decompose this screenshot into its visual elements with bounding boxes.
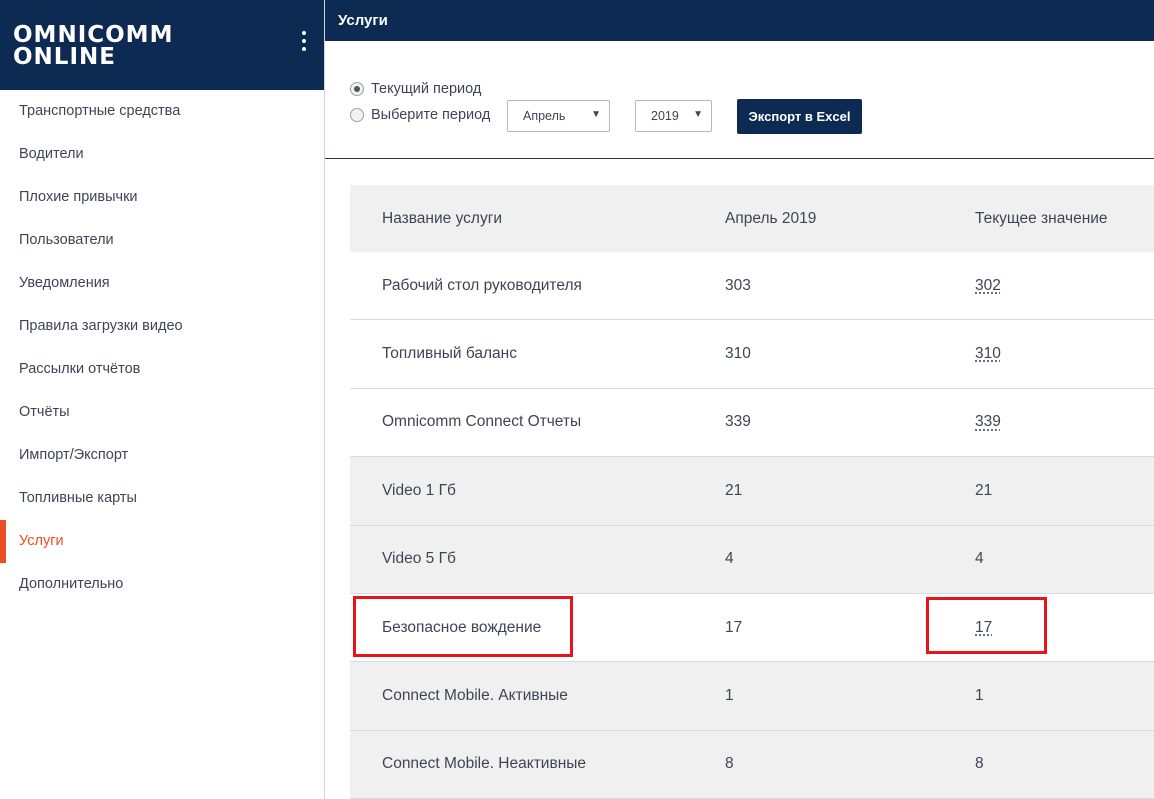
table-row: Рабочий стол руководителя 303 302	[350, 252, 1154, 321]
sidebar-item-notifications[interactable]: Уведомления	[0, 262, 324, 305]
month-select[interactable]: Апрель ▼	[507, 100, 610, 132]
period-value: 21	[725, 481, 743, 499]
table-row: Connect Mobile. Неактивные 8 8	[350, 730, 1154, 799]
period-value: 8	[725, 755, 734, 773]
service-name: Omnicomm Connect Отчеты	[382, 413, 582, 431]
radio-select-label: Выберите период	[371, 107, 491, 123]
table-row: Безопасное вождение 17 17	[350, 594, 1154, 663]
vertical-dots-icon[interactable]	[294, 31, 314, 61]
logo-line-1: OMNICOMM	[13, 22, 174, 48]
current-value-link[interactable]: 17	[975, 619, 992, 637]
sidebar-item-import-export[interactable]: Импорт/Экспорт	[0, 434, 324, 477]
sidebar-item-fuel-cards[interactable]: Топливные карты	[0, 477, 324, 520]
sidebar-nav: Транспортные средства Водители Плохие пр…	[0, 90, 324, 606]
radio-current-period[interactable]: Текущий период	[350, 81, 481, 97]
sidebar-item-reports[interactable]: Отчёты	[0, 391, 324, 434]
dropdown-arrow-icon: ▼	[591, 109, 601, 120]
period-value: 4	[725, 550, 734, 568]
period-value: 339	[725, 413, 751, 431]
sidebar-item-bad-habits[interactable]: Плохие привычки	[0, 176, 324, 219]
period-filters: Текущий период Выберите период Апрель ▼ …	[325, 41, 1154, 159]
radio-button-unchecked[interactable]	[350, 108, 364, 122]
table-row: Video 5 Гб 4 4	[350, 525, 1154, 594]
current-value-link[interactable]: 339	[975, 413, 1001, 431]
month-select-value: Апрель	[523, 109, 566, 123]
sidebar-item-services[interactable]: Услуги	[0, 520, 324, 563]
current-value: 21	[975, 481, 993, 499]
radio-current-label: Текущий период	[371, 81, 482, 97]
column-header-current-value: Текущее значение	[975, 209, 1108, 227]
current-value-link[interactable]: 302	[975, 277, 1001, 295]
year-select-value: 2019	[651, 109, 679, 123]
export-excel-button[interactable]: Экспорт в Excel	[737, 99, 862, 134]
service-name: Connect Mobile. Активные	[382, 687, 568, 705]
period-value: 303	[725, 276, 751, 294]
service-name: Connect Mobile. Неактивные	[382, 755, 587, 773]
current-value: 4	[975, 550, 984, 568]
period-value: 17	[725, 618, 743, 636]
logo-bar: OMNICOMM ONLINE	[0, 0, 324, 90]
radio-select-period[interactable]: Выберите период	[350, 107, 490, 123]
current-value-link[interactable]: 310	[975, 345, 1001, 363]
app-logo[interactable]: OMNICOMM ONLINE	[13, 22, 174, 70]
sidebar: OMNICOMM ONLINE Транспортные средства Во…	[0, 0, 325, 799]
current-value: 1	[975, 687, 984, 705]
dropdown-arrow-icon: ▼	[693, 109, 703, 120]
column-header-period: Апрель 2019	[725, 209, 817, 227]
table-header-row: Название услуги Апрель 2019 Текущее знач…	[350, 185, 1154, 252]
sidebar-item-vehicles[interactable]: Транспортные средства	[0, 90, 324, 133]
period-value: 310	[725, 345, 751, 363]
table-row: Connect Mobile. Активные 1 1	[350, 662, 1154, 731]
sidebar-item-users[interactable]: Пользователи	[0, 219, 324, 262]
period-value: 1	[725, 687, 734, 705]
sidebar-item-video-rules[interactable]: Правила загрузки видео	[0, 305, 324, 348]
logo-line-2: ONLINE	[13, 44, 116, 70]
service-name: Рабочий стол руководителя	[382, 276, 582, 294]
service-name: Video 1 Гб	[382, 481, 456, 499]
radio-button-checked[interactable]	[350, 82, 364, 96]
page-header: Услуги	[325, 0, 1154, 41]
table-row: Топливный баланс 310 310	[350, 320, 1154, 389]
year-select[interactable]: 2019 ▼	[635, 100, 712, 132]
table-row: Video 1 Гб 21 21	[350, 457, 1154, 526]
table-row: Omnicomm Connect Отчеты 339 339	[350, 389, 1154, 458]
current-value: 8	[975, 755, 984, 773]
service-name: Video 5 Гб	[382, 550, 456, 568]
sidebar-item-additional[interactable]: Дополнительно	[0, 563, 324, 606]
column-header-service-name: Название услуги	[382, 209, 503, 227]
sidebar-item-drivers[interactable]: Водители	[0, 133, 324, 176]
sidebar-item-report-mailings[interactable]: Рассылки отчётов	[0, 348, 324, 391]
service-name: Топливный баланс	[382, 345, 517, 363]
services-table: Название услуги Апрель 2019 Текущее знач…	[350, 185, 1154, 799]
page-title: Услуги	[338, 12, 388, 29]
service-name: Безопасное вождение	[382, 618, 542, 636]
